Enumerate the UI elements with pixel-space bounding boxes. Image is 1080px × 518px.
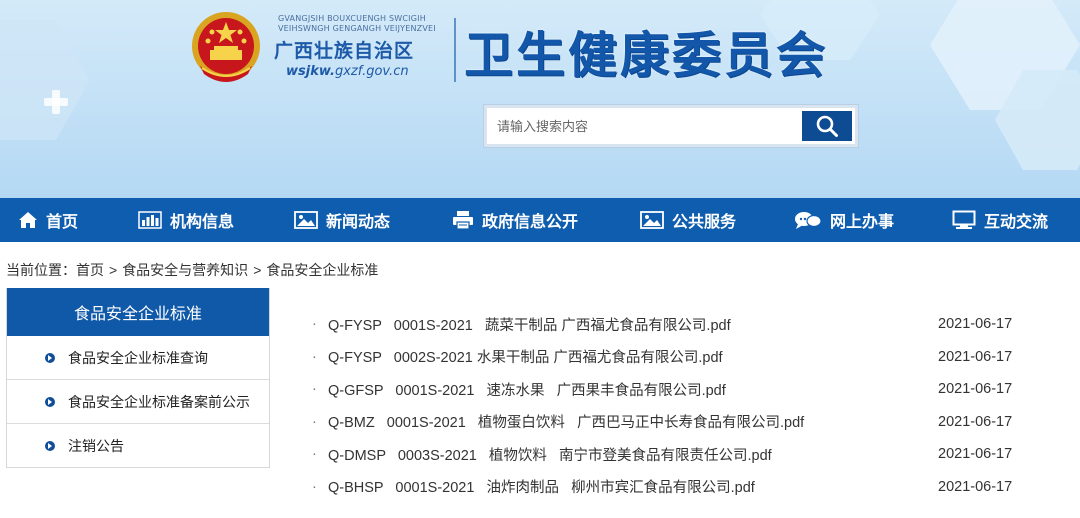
breadcrumb-home[interactable]: 首页 — [76, 262, 104, 278]
document-date: 2021-06-17 — [938, 413, 1013, 430]
breadcrumb: 当前位置：首页 > 食品安全与营养知识 > 食品安全企业标准 — [6, 260, 378, 280]
home-icon — [19, 212, 37, 228]
national-emblem-logo — [192, 12, 260, 82]
nav-item-online-service[interactable]: 网上办事 — [794, 198, 894, 242]
document-date: 2021-06-17 — [938, 348, 1013, 365]
document-link[interactable]: Q-BHSP 0001S-2021 油炸肉制品 柳州市宾汇食品有限公司.pdf — [328, 476, 755, 497]
monitor-icon — [952, 210, 976, 229]
hexagon-decoration — [995, 70, 1080, 170]
sidebar-title: 食品安全企业标准 — [7, 288, 269, 336]
nav-item-label: 新闻动态 — [326, 212, 391, 231]
breadcrumb-current[interactable]: 食品安全企业标准 — [266, 262, 378, 278]
nav-item-public-service[interactable]: 公共服务 — [640, 198, 736, 242]
page-title: 卫生健康委员会 — [464, 26, 829, 84]
document-date: 2021-06-17 — [938, 316, 1013, 333]
breadcrumb-separator: > — [253, 262, 262, 278]
nav-item-label: 机构信息 — [170, 212, 235, 231]
nav-item-label: 首页 — [46, 212, 79, 231]
document-link[interactable]: Q-BMZ 0001S-2021 植物蛋白饮料 广西巴马正中长寿食品有限公司.p… — [328, 411, 804, 432]
region-name: 广西壮族自治区 — [274, 40, 415, 62]
arrow-bullet-icon — [45, 441, 55, 451]
nav-item-gov-info[interactable]: 政府信息公开 — [452, 198, 578, 242]
nav-item-label: 网上办事 — [830, 212, 895, 231]
nav-item-interaction[interactable]: 互动交流 — [952, 198, 1048, 242]
sidebar-item-label: 食品安全企业标准备案前公示 — [68, 393, 250, 410]
nav-item-label: 公共服务 — [672, 212, 737, 231]
list-item: · Q-BHSP 0001S-2021 油炸肉制品 柳州市宾汇食品有限公司.pd… — [306, 471, 1036, 504]
list-item: · Q-FYSP 0001S-2021 蔬菜干制品 广西福尤食品有限公司.pdf… — [306, 308, 1036, 341]
image-icon — [294, 211, 318, 229]
sidebar-item-cancellation-notice[interactable]: 注销公告 — [7, 424, 269, 468]
arrow-bullet-icon — [45, 352, 55, 363]
list-bullet: · — [312, 478, 317, 495]
document-link[interactable]: Q-DMSP 0003S-2021 植物饮料 南宁市登美食品有限责任公司.pdf — [328, 444, 772, 465]
list-bullet: · — [312, 446, 317, 463]
printer-icon — [453, 211, 473, 230]
site-header: GVANGJSIH BOUXCUENGH SWCIGIH VEIHSWNGH G… — [0, 0, 1080, 198]
site-logo-text[interactable]: GVANGJSIH BOUXCUENGH SWCIGIH VEIHSWNGH G… — [272, 14, 450, 86]
image-icon — [640, 211, 664, 229]
zhuang-name-line1: GVANGJSIH BOUXCUENGH SWCIGIH — [278, 14, 426, 23]
list-item: · Q-BMZ 0001S-2021 植物蛋白饮料 广西巴马正中长寿食品有限公司… — [306, 406, 1036, 439]
breadcrumb-prefix: 当前位置： — [6, 262, 76, 278]
zhuang-name-line2: VEIHSWNGH GENGANGH VEIJYENZVEI — [278, 24, 436, 33]
list-bullet: · — [312, 316, 317, 333]
nav-item-label: 政府信息公开 — [482, 212, 579, 231]
document-link[interactable]: Q-GFSP 0001S-2021 速冻水果 广西果丰食品有限公司.pdf — [328, 379, 726, 400]
sidebar-item-label: 注销公告 — [68, 438, 124, 454]
plus-icon — [44, 90, 68, 114]
document-link[interactable]: Q-FYSP 0002S-2021 水果干制品 广西福尤食品有限公司.pdf — [328, 346, 723, 367]
sidebar-item-label: 食品安全企业标准查询 — [68, 349, 208, 366]
arrow-bullet-icon — [45, 396, 55, 407]
breadcrumb-food-safety[interactable]: 食品安全与营养知识 — [122, 262, 248, 278]
list-item: · Q-DMSP 0003S-2021 植物饮料 南宁市登美食品有限责任公司.p… — [306, 438, 1036, 471]
document-date: 2021-06-17 — [938, 446, 1013, 463]
search-input[interactable] — [487, 108, 801, 144]
nav-item-label: 互动交流 — [984, 212, 1049, 231]
main-nav: 首页 机构信息 新闻动态 政府信息公开 公共服务 网上办事 互动交流 — [0, 198, 1080, 242]
site-url-domain: gxzf.gov.cn — [334, 64, 409, 79]
nav-item-home[interactable]: 首页 — [18, 198, 78, 242]
nav-item-news[interactable]: 新闻动态 — [294, 198, 390, 242]
list-item: · Q-GFSP 0001S-2021 速冻水果 广西果丰食品有限公司.pdf … — [306, 373, 1036, 406]
hexagon-decoration — [0, 20, 90, 140]
site-url-prefix: wsjkw. — [286, 64, 335, 79]
nav-item-organization[interactable]: 机构信息 — [138, 198, 234, 242]
bar-chart-icon — [138, 211, 162, 229]
sidebar-item-standard-query[interactable]: 食品安全企业标准查询 — [7, 336, 269, 380]
document-date: 2021-06-17 — [938, 478, 1013, 495]
document-date: 2021-06-17 — [938, 381, 1013, 398]
search-icon — [816, 115, 838, 137]
breadcrumb-separator: > — [109, 262, 118, 278]
document-link[interactable]: Q-FYSP 0001S-2021 蔬菜干制品 广西福尤食品有限公司.pdf — [328, 314, 731, 335]
list-bullet: · — [312, 381, 317, 398]
list-item: · Q-FYSP 0002S-2021 水果干制品 广西福尤食品有限公司.pdf… — [306, 341, 1036, 374]
list-bullet: · — [312, 348, 317, 365]
sidebar: 食品安全企业标准 食品安全企业标准查询 食品安全企业标准备案前公示 注销公告 — [6, 288, 270, 468]
search-button[interactable] — [802, 111, 852, 141]
title-divider — [454, 18, 456, 82]
site-url: wsjkw.gxzf.gov.cn — [286, 64, 409, 79]
document-list: · Q-FYSP 0001S-2021 蔬菜干制品 广西福尤食品有限公司.pdf… — [306, 308, 1036, 503]
chat-icon — [795, 212, 822, 229]
sidebar-item-pre-filing-notice[interactable]: 食品安全企业标准备案前公示 — [7, 380, 269, 424]
list-bullet: · — [312, 413, 317, 430]
search-bar — [484, 105, 858, 147]
